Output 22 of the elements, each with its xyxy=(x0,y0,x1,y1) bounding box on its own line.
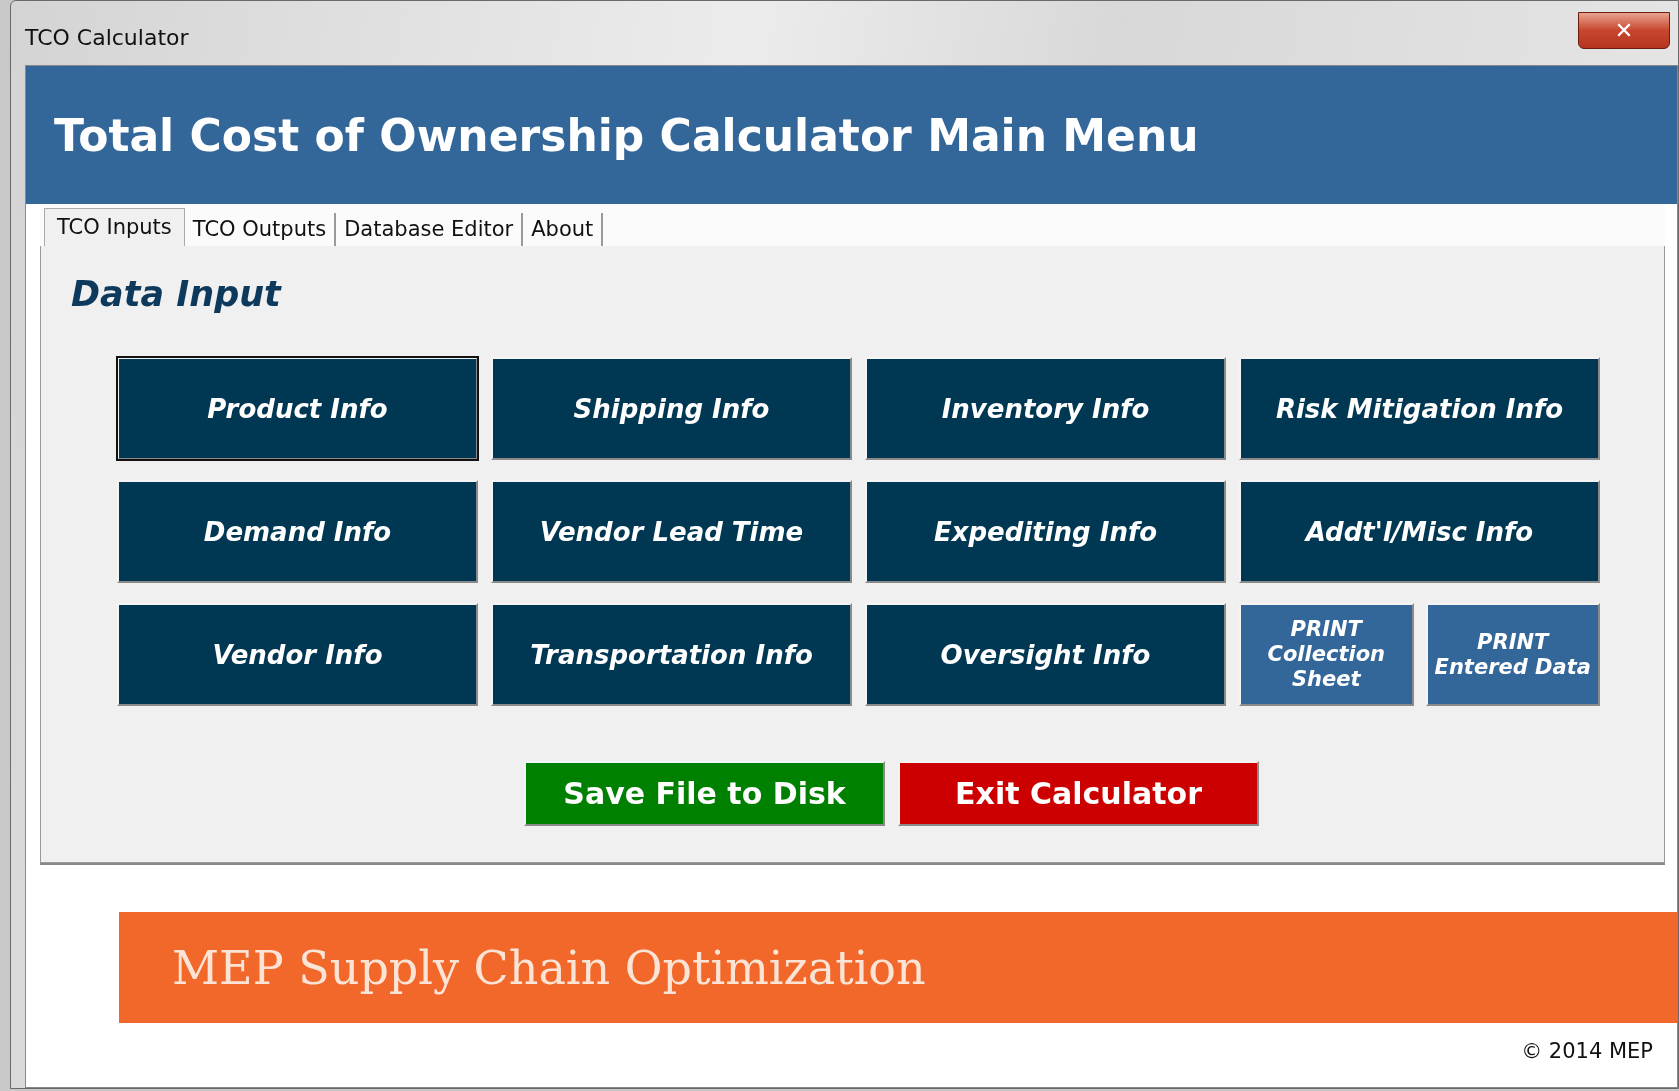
menu-button[interactable]: Shipping Info xyxy=(491,357,852,460)
print-button[interactable]: PRINT Entered Data xyxy=(1425,603,1600,706)
exit-button[interactable]: Exit Calculator xyxy=(898,761,1259,826)
menu-button[interactable]: Risk Mitigation Info xyxy=(1239,357,1600,460)
menu-button[interactable]: Vendor Lead Time xyxy=(491,480,852,583)
menu-button[interactable]: Inventory Info xyxy=(865,357,1226,460)
menu-button[interactable]: Oversight Info xyxy=(865,603,1226,706)
banner-text: MEP Supply Chain Optimization xyxy=(172,940,926,995)
save-button[interactable]: Save File to Disk xyxy=(524,761,885,826)
menu-button[interactable]: Expediting Info xyxy=(865,480,1226,583)
section-title: Data Input xyxy=(71,274,283,314)
menu-button[interactable]: Addt'l/Misc Info xyxy=(1239,480,1600,583)
window-title: TCO Calculator xyxy=(25,25,189,50)
menu-button[interactable]: Vendor Info xyxy=(117,603,478,706)
menu-button[interactable]: Demand Info xyxy=(117,480,478,583)
copyright-text: © 2014 MEP xyxy=(1521,1039,1653,1063)
menu-button[interactable]: Transportation Info xyxy=(491,603,852,706)
menu-button[interactable]: Product Info xyxy=(117,357,478,460)
tab[interactable]: TCO Inputs xyxy=(44,208,185,247)
print-button[interactable]: PRINT Collection Sheet xyxy=(1239,603,1414,706)
close-button[interactable]: ✕ xyxy=(1578,12,1670,49)
header-title: Total Cost of Ownership Calculator Main Menu xyxy=(54,109,1199,161)
